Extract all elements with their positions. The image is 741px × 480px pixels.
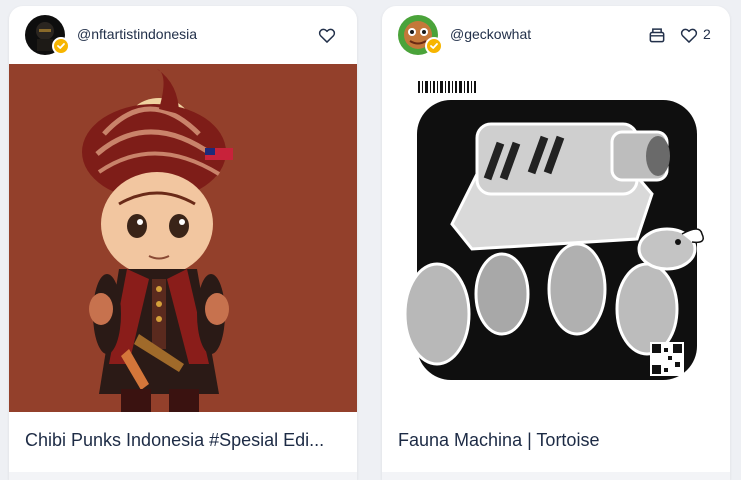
- card-header: @nftartistindonesia: [9, 6, 357, 64]
- collection-button[interactable]: [647, 25, 667, 45]
- favorite-count: 2: [703, 26, 711, 42]
- creator-username[interactable]: @geckowhat: [450, 26, 531, 42]
- heart-icon: [680, 28, 698, 43]
- nft-artwork-image[interactable]: [9, 64, 357, 412]
- verified-badge-icon: [52, 37, 70, 55]
- nft-card[interactable]: @nftartistindonesia Chibi Punks Indonesi…: [9, 6, 357, 480]
- card-header: @geckowhat 2: [382, 6, 730, 64]
- nft-artwork-image[interactable]: [382, 64, 730, 412]
- favorite-button[interactable]: [317, 25, 337, 45]
- nft-title[interactable]: Fauna Machina | Tortoise: [398, 430, 720, 451]
- nft-title[interactable]: Chibi Punks Indonesia #Spesial Edi...: [25, 430, 347, 451]
- card-footer: [382, 472, 730, 480]
- nft-card[interactable]: @geckowhat 2 Fauna Machina | Tortoise: [382, 6, 730, 480]
- verified-badge-icon: [425, 37, 443, 55]
- card-footer: [9, 472, 357, 480]
- stack-icon: [649, 28, 665, 43]
- heart-icon: [318, 28, 336, 43]
- favorite-button[interactable]: [679, 25, 699, 45]
- creator-username[interactable]: @nftartistindonesia: [77, 26, 197, 42]
